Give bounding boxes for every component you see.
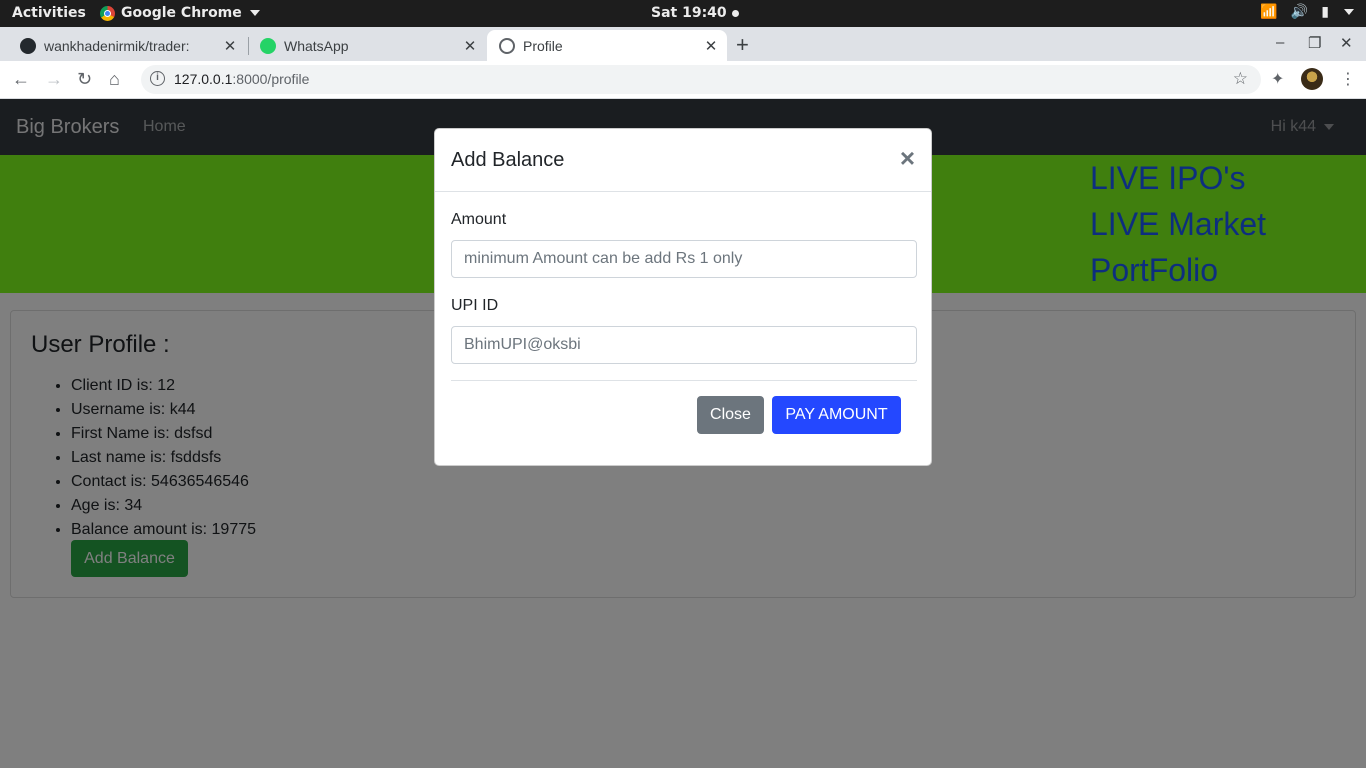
whatsapp-icon xyxy=(260,37,276,54)
close-button[interactable]: Close xyxy=(697,396,764,434)
close-icon[interactable]: ✕ xyxy=(220,37,240,55)
profile-avatar[interactable] xyxy=(1301,68,1323,90)
modal-header: Add Balance × xyxy=(435,129,931,192)
tab-profile[interactable]: Profile ✕ xyxy=(487,30,727,61)
forward-icon[interactable]: → xyxy=(45,69,63,90)
menu-icon[interactable]: ⋮ xyxy=(1340,69,1356,89)
github-icon xyxy=(20,37,36,54)
tab-title: wankhadenirmik/trader: xyxy=(44,37,190,54)
chevron-down-icon xyxy=(1344,9,1354,15)
system-top-bar: Activities Google Chrome Sat 19:40 📶 🔊 ▮ xyxy=(0,0,1366,27)
globe-icon xyxy=(499,37,515,54)
upi-label: UPI ID xyxy=(451,297,499,314)
add-balance-modal: Add Balance × Amount UPI ID Close PAY AM… xyxy=(434,128,932,466)
app-menu[interactable]: Google Chrome xyxy=(100,5,260,21)
chrome-icon xyxy=(100,5,115,21)
battery-icon: ▮ xyxy=(1321,4,1329,20)
system-tray[interactable]: 📶 🔊 ▮ xyxy=(1260,4,1354,20)
upi-id-input[interactable] xyxy=(451,326,917,364)
browser-toolbar: ← → ↻ ⌂ i 127.0.0.1:8000/profile ☆ xyxy=(0,61,1366,99)
maximize-icon[interactable]: ❐ xyxy=(1308,34,1321,52)
notification-dot-icon xyxy=(731,9,739,17)
close-icon[interactable]: ✕ xyxy=(460,37,480,55)
tab-title: WhatsApp xyxy=(284,37,349,54)
activities-button[interactable]: Activities xyxy=(12,5,86,21)
bookmark-star-icon[interactable]: ☆ xyxy=(1233,69,1248,89)
reload-icon[interactable]: ↻ xyxy=(77,69,92,90)
tab-title: Profile xyxy=(523,37,563,54)
back-icon[interactable]: ← xyxy=(12,69,30,90)
pay-amount-button[interactable]: PAY AMOUNT xyxy=(772,396,901,434)
address-bar[interactable]: i 127.0.0.1:8000/profile ☆ xyxy=(141,65,1261,94)
minimize-icon[interactable]: – xyxy=(1276,34,1284,51)
volume-icon: 🔊 xyxy=(1290,4,1309,20)
tab-whatsapp[interactable]: WhatsApp ✕ xyxy=(248,30,486,61)
new-tab-icon[interactable]: + xyxy=(736,32,749,58)
chevron-down-icon xyxy=(249,10,260,16)
url-path: :8000/profile xyxy=(232,71,310,87)
wifi-icon: 📶 xyxy=(1260,4,1278,20)
close-icon[interactable]: ✕ xyxy=(701,37,721,55)
clock-text: Sat 19:40 xyxy=(651,5,727,21)
clock[interactable]: Sat 19:40 xyxy=(651,5,739,21)
url-host: 127.0.0.1 xyxy=(174,71,233,87)
modal-title: Add Balance xyxy=(451,149,565,171)
app-menu-label: Google Chrome xyxy=(121,5,242,21)
url-text[interactable]: 127.0.0.1:8000/profile xyxy=(174,71,309,87)
modal-divider xyxy=(451,380,917,381)
amount-input[interactable] xyxy=(451,240,917,278)
tab-strip: wankhadenirmik/trader: ✕ WhatsApp ✕ Prof… xyxy=(0,27,1366,61)
home-icon[interactable]: ⌂ xyxy=(109,69,120,90)
amount-label: Amount xyxy=(451,211,507,228)
info-icon[interactable]: i xyxy=(150,71,165,86)
close-icon[interactable]: × xyxy=(900,143,915,174)
window-close-icon[interactable]: ✕ xyxy=(1340,34,1353,52)
tab-github[interactable]: wankhadenirmik/trader: ✕ xyxy=(8,30,246,61)
extensions-icon[interactable]: ✦ xyxy=(1271,69,1284,89)
